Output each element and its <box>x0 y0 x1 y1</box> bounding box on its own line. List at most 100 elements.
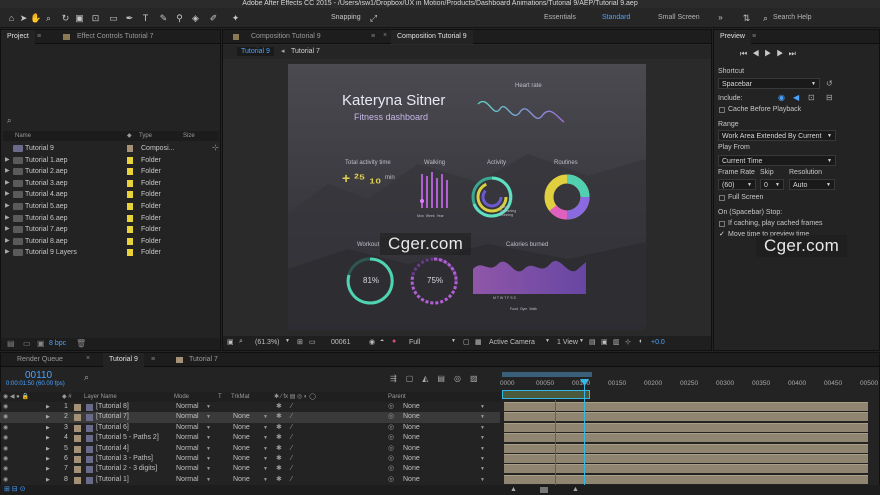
label-color-swatch[interactable] <box>74 456 81 463</box>
pan-behind-tool-icon[interactable]: ⊡ <box>90 12 101 24</box>
workspace-small-screen[interactable]: Small Screen <box>658 14 700 21</box>
column-name[interactable]: Name <box>15 131 31 141</box>
flowchart-icon[interactable]: ⊹ <box>625 338 631 346</box>
tab-effect-controls[interactable]: Effect Controls Tutorial 7 <box>71 30 160 44</box>
motion-blur-icon[interactable]: ◎ <box>454 374 470 383</box>
resolution-dropdown[interactable]: Full <box>409 339 420 346</box>
bit-depth-button[interactable]: 8 bpc <box>49 340 66 347</box>
snapshot-icon[interactable]: ◉ <box>369 338 375 346</box>
layer-row[interactable]: ◉ ▶ 7 [Tutorial 2 - 3 digits] Normal ▼ None ▼ ✱ ⁄… <box>0 464 500 475</box>
label-column-icon[interactable]: ◆ <box>127 131 132 141</box>
layer-expand-icon[interactable]: ▶ <box>46 402 50 413</box>
draft-3d-icon[interactable]: ▢ <box>406 374 423 383</box>
layer-duration-bar[interactable] <box>504 464 868 474</box>
play-from-dropdown[interactable]: Current Time ▼ <box>718 155 836 166</box>
exposure-value[interactable]: +0.0 <box>651 339 665 346</box>
layer-name[interactable]: [Tutorial 5 - Paths 2] <box>96 433 159 444</box>
region-of-interest-icon[interactable]: ▢ <box>463 338 470 346</box>
visibility-eye-icon[interactable]: ◉ <box>3 412 8 423</box>
comp-flowchart-icon[interactable]: ⇶ <box>390 374 406 383</box>
channel-icon[interactable]: ● <box>392 338 396 345</box>
collapse-transformations-icon[interactable]: ✱ <box>276 412 282 423</box>
layer-row[interactable]: ◉ ▶ 3 [Tutorial 6] Normal ▼ None ▼ ✱ ⁄ ◎ None ▼ <box>0 423 500 434</box>
trkmat-dropdown[interactable]: None <box>233 412 250 423</box>
quality-icon[interactable]: ⁄ <box>291 412 292 423</box>
search-help-field[interactable]: Search Help <box>773 14 812 21</box>
view-layout-dropdown[interactable]: 1 View <box>557 339 578 346</box>
grid-icon[interactable]: ▭ <box>309 338 316 346</box>
pick-whip-icon[interactable]: ◎ <box>388 402 394 413</box>
safe-zones-icon[interactable]: ⊞ <box>297 338 303 346</box>
label-color-swatch[interactable] <box>127 156 133 164</box>
blend-mode-dropdown[interactable]: Normal <box>176 454 199 465</box>
parent-dropdown[interactable]: None <box>403 433 420 444</box>
blend-mode-dropdown[interactable]: Normal <box>176 475 199 486</box>
disclosure-triangle-icon[interactable]: ▶ <box>5 189 10 200</box>
if-caching-checkbox[interactable] <box>719 221 725 227</box>
layer-name[interactable]: [Tutorial 7] <box>96 412 129 423</box>
layer-name[interactable]: [Tutorial 2 - 3 digits] <box>96 464 157 475</box>
panel-menu-icon[interactable]: ≡ <box>37 33 41 40</box>
label-color-swatch[interactable] <box>127 203 133 210</box>
work-area-bar[interactable] <box>502 372 592 377</box>
puppet-tool-icon[interactable]: ✦ <box>230 12 241 24</box>
layer-row[interactable]: ◉ ▶ 1 [Tutorial 8] Normal ▼ ✱ ⁄ ◎ None ▼ <box>0 402 500 413</box>
visibility-eye-icon[interactable]: ◉ <box>3 464 8 475</box>
zoom-tool-icon[interactable]: ⌕ <box>43 12 54 24</box>
collapse-transformations-icon[interactable]: ✱ <box>276 464 282 475</box>
project-item[interactable]: ▶ Tutorial 5.aep Folder <box>3 201 219 212</box>
panel-menu-icon[interactable]: ≡ <box>151 356 155 363</box>
timecode-readout[interactable]: 00061 <box>331 339 350 346</box>
label-color-swatch[interactable] <box>74 466 81 474</box>
shortcut-dropdown[interactable]: Spacebar ▼ <box>718 78 820 89</box>
camera-tool-icon[interactable]: ▣ <box>74 12 85 24</box>
collapse-transformations-icon[interactable]: ✱ <box>276 454 282 465</box>
search-icon[interactable]: ⌕ <box>760 12 771 24</box>
column-mode[interactable]: Mode <box>174 392 189 402</box>
parent-dropdown[interactable]: None <box>403 423 420 434</box>
move-time-checkbox[interactable]: ✓ <box>719 230 725 238</box>
camera-dropdown[interactable]: Active Camera <box>489 339 535 346</box>
zoom-in-icon[interactable]: ▲ <box>572 486 579 493</box>
sync-icon[interactable]: ⇅ <box>741 12 752 24</box>
cache-before-checkbox[interactable] <box>719 107 725 113</box>
visibility-eye-icon[interactable]: ◉ <box>3 454 8 465</box>
quality-icon[interactable]: ⁄ <box>291 454 292 465</box>
pick-whip-icon[interactable]: ◎ <box>388 454 394 465</box>
visibility-eye-icon[interactable]: ◉ <box>3 402 8 413</box>
label-color-swatch[interactable] <box>74 404 81 411</box>
label-color-swatch[interactable] <box>74 435 81 443</box>
lock-icon[interactable] <box>233 34 239 40</box>
new-folder-icon[interactable]: ▭ <box>23 339 31 348</box>
label-column-icon[interactable]: ◆ # <box>62 392 72 402</box>
panel-menu-icon[interactable]: ≡ <box>752 33 756 40</box>
quality-icon[interactable]: ⁄ <box>291 402 292 413</box>
label-color-swatch[interactable] <box>127 249 133 257</box>
zoom-dropdown[interactable]: (61.3%) <box>255 339 280 346</box>
av-features-icon[interactable]: ◉ ◀ ● 🔒 <box>3 392 29 402</box>
workspace-essentials[interactable]: Essentials <box>544 14 576 21</box>
visibility-eye-icon[interactable]: ◉ <box>3 423 8 434</box>
close-icon[interactable]: × <box>383 32 387 39</box>
project-item[interactable]: ▶ Tutorial 4.aep Folder <box>3 189 219 200</box>
hand-tool-icon[interactable]: ✋ <box>30 12 41 24</box>
workspace-overflow-icon[interactable]: » <box>715 12 726 24</box>
snapping-label[interactable]: Snapping <box>331 14 361 21</box>
comp-breadcrumb-tutorial-9[interactable]: Tutorial 9 <box>237 47 274 56</box>
expand-layer-switches-icon[interactable]: ⊞ ⊟ ⊙ <box>4 485 26 493</box>
flowchart-icon[interactable]: ⊹ <box>212 143 219 152</box>
eraser-tool-icon[interactable]: ◈ <box>190 12 201 24</box>
trkmat-dropdown[interactable]: None <box>233 454 250 465</box>
project-item[interactable]: ▶ Tutorial 2.aep Folder <box>3 166 219 177</box>
layer-name[interactable]: [Tutorial 6] <box>96 423 129 434</box>
layer-expand-icon[interactable]: ▶ <box>46 423 50 434</box>
layer-duration-bar[interactable] <box>504 433 868 443</box>
label-color-swatch[interactable] <box>127 237 133 245</box>
blend-mode-dropdown[interactable]: Normal <box>176 402 199 413</box>
trkmat-dropdown[interactable]: None <box>233 444 250 455</box>
timeline-search-icon[interactable]: ⌕ <box>84 372 89 383</box>
blend-mode-dropdown[interactable]: Normal <box>176 444 199 455</box>
layer-duration-bar[interactable] <box>504 474 868 484</box>
show-snapshot-icon[interactable]: ◓ <box>380 338 384 345</box>
roto-brush-tool-icon[interactable]: ✐ <box>208 12 219 24</box>
